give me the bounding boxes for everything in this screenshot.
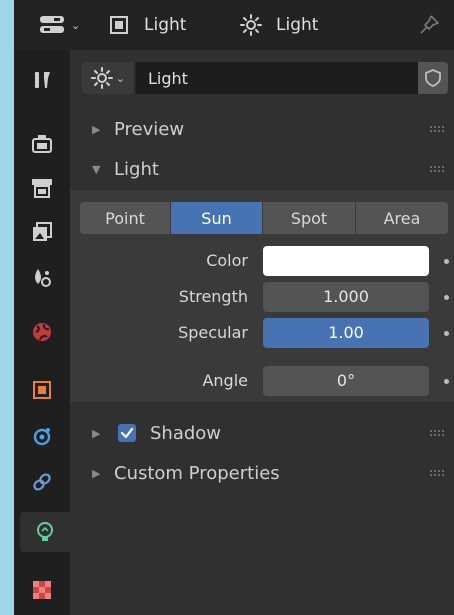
light-type-spot[interactable]: Spot (263, 202, 355, 234)
light-panel-header[interactable]: ▼ Light (70, 150, 454, 188)
pin-button[interactable] (418, 10, 440, 40)
checkmark-icon (120, 427, 134, 439)
tab-render[interactable] (20, 124, 64, 164)
pin-icon (420, 15, 439, 34)
drag-handle-icon[interactable] (430, 469, 446, 477)
collapsed-arrow-icon: ▶ (92, 466, 101, 480)
color-swatch[interactable] (263, 246, 429, 276)
light-datablock-selector: ⌄ Light (82, 62, 448, 94)
light-type-browse-button[interactable]: ⌄ (82, 62, 134, 94)
scene-icon (35, 269, 51, 287)
datablock-name-field[interactable]: Light (136, 62, 420, 94)
editor-header: ⌄ Light Light (14, 0, 454, 50)
collapsed-arrow-icon: ▶ (92, 426, 101, 440)
tab-constraints[interactable] (20, 462, 64, 502)
tab-world[interactable] (20, 312, 64, 352)
tab-object[interactable] (20, 370, 64, 410)
object-data-icon (110, 16, 128, 34)
preview-panel-header[interactable]: ▶ Preview (70, 110, 454, 148)
view-layer-icon (33, 222, 52, 241)
light-type-point[interactable]: Point (80, 202, 170, 234)
tab-light-data[interactable] (20, 512, 70, 552)
expanded-arrow-icon: ▼ (92, 162, 101, 176)
specular-slider[interactable]: 1.00 (263, 318, 429, 348)
color-label: Color (206, 251, 248, 270)
preview-title: Preview (114, 118, 185, 140)
chevron-down-icon: ⌄ (115, 71, 126, 85)
object-icon (33, 381, 51, 399)
render-icon (32, 135, 52, 153)
shadow-panel-header[interactable]: ▶ Shadow (70, 414, 454, 452)
tab-scene[interactable] (20, 258, 64, 298)
drag-handle-icon[interactable] (430, 429, 446, 437)
strength-field[interactable]: 1.000 (263, 282, 429, 312)
chevron-down-icon: ⌄ (71, 18, 81, 32)
specular-label: Specular (178, 323, 248, 342)
data-label: Light (276, 15, 319, 35)
keyframe-dot-icon[interactable] (444, 331, 449, 336)
sun-light-icon (240, 14, 262, 36)
tab-output[interactable] (20, 168, 64, 208)
custom-properties-title: Custom Properties (114, 462, 280, 484)
tab-physics[interactable] (20, 416, 64, 456)
shadow-checkbox[interactable] (118, 424, 136, 442)
light-type-area[interactable]: Area (356, 202, 448, 234)
output-icon (32, 179, 52, 198)
angle-label: Angle (202, 371, 248, 390)
context-label: Light (144, 15, 187, 35)
context-breadcrumb[interactable]: Light (108, 10, 186, 40)
light-title: Light (114, 158, 159, 180)
tab-view-layer[interactable] (20, 212, 64, 252)
keyframe-dot-icon[interactable] (444, 379, 449, 384)
properties-editor-icon (40, 16, 64, 33)
editor-type-selector[interactable]: ⌄ (38, 10, 80, 40)
constraints-icon (33, 473, 51, 491)
properties-tabs (14, 50, 70, 615)
properties-editor: ⌄ Light Light ⌄ Light ▶ Preview ▼ Light … (14, 0, 454, 615)
light-panel-body: Point Sun Spot Area Color Strength 1.000… (70, 190, 454, 402)
tab-tool[interactable] (20, 60, 64, 100)
keyframe-dot-icon[interactable] (444, 259, 449, 264)
light-type-sun[interactable]: Sun (171, 202, 262, 234)
keyframe-dot-icon[interactable] (444, 295, 449, 300)
shield-icon (425, 69, 441, 87)
collapsed-arrow-icon: ▶ (92, 122, 101, 136)
texture-icon (33, 581, 51, 599)
light-data-icon (37, 522, 53, 541)
strength-label: Strength (178, 287, 248, 306)
tab-texture[interactable] (20, 570, 64, 610)
drag-handle-icon[interactable] (430, 125, 446, 133)
world-icon (33, 323, 51, 341)
properties-main: ⌄ Light ▶ Preview ▼ Light Point Sun Spot… (70, 50, 454, 615)
tool-icon (35, 72, 50, 88)
custom-properties-panel-header[interactable]: ▶ Custom Properties (70, 454, 454, 492)
shadow-title: Shadow (150, 422, 222, 444)
sun-light-icon (90, 67, 113, 89)
physics-icon (33, 428, 51, 446)
drag-handle-icon[interactable] (430, 165, 446, 173)
data-breadcrumb[interactable]: Light (240, 10, 318, 40)
fake-user-button[interactable] (418, 62, 448, 94)
angle-field[interactable]: 0° (263, 366, 429, 396)
